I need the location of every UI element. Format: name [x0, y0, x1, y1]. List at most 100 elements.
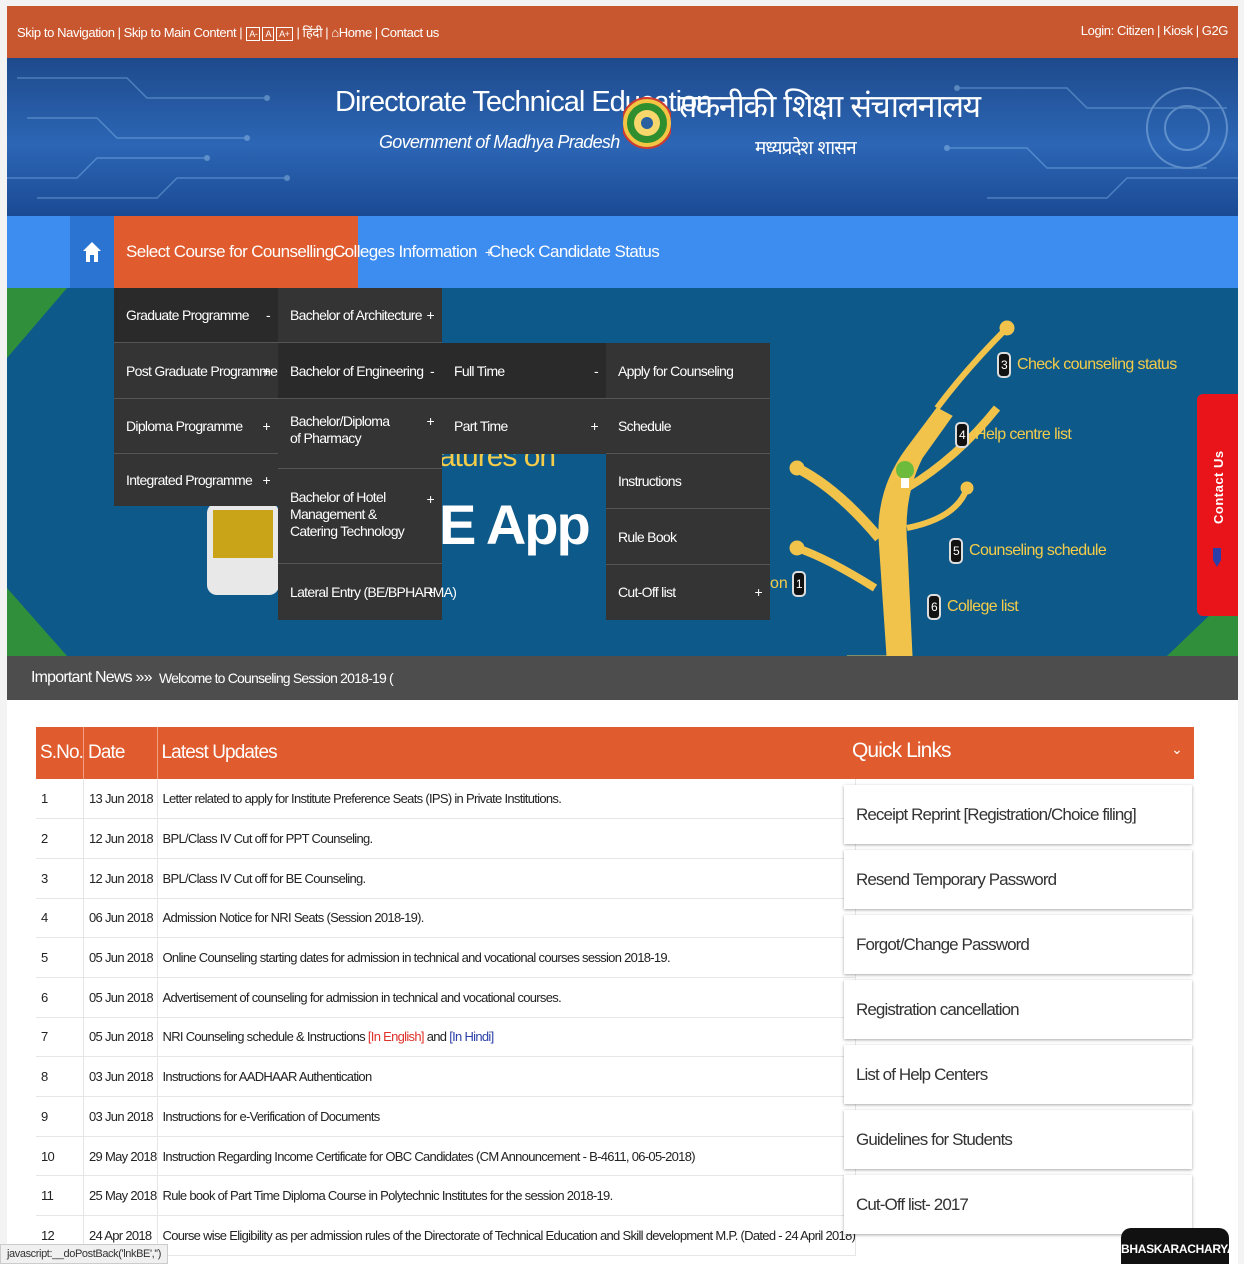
update-text[interactable]: Admission Notice for NRI Seats (Session …	[163, 910, 425, 925]
accessibility-links: Skip to Navigation | Skip to Main Content |…	[17, 25, 440, 41]
tree-step-number: 5	[949, 538, 963, 564]
login-citizen-link[interactable]: Citizen	[1117, 23, 1154, 38]
tree-item-label: Counseling schedule	[969, 542, 1107, 560]
table-row: 10 29 May 2018 Instruction Regarding Incom…	[36, 1136, 857, 1177]
hindi-version-link[interactable]: [In Hindi]	[449, 1029, 494, 1044]
menu-item-toggle: -	[594, 363, 599, 379]
menu-rule-book[interactable]: Rule Book	[606, 509, 770, 565]
home-link[interactable]: Home	[339, 25, 372, 40]
row-date: 13 Jun 2018	[83, 779, 158, 820]
row-date: 03 Jun 2018	[83, 1056, 158, 1097]
skip-main-content-link[interactable]: Skip to Main Content	[124, 25, 237, 40]
update-text[interactable]: BPL/Class IV Cut off for PPT Counseling.	[163, 831, 374, 846]
menu-bachelor-of-engineering[interactable]: Bachelor of Engineering -	[278, 343, 442, 399]
nav-colleges-information[interactable]: Colleges Information +	[333, 216, 493, 288]
login-kiosk-link[interactable]: Kiosk	[1163, 23, 1193, 38]
menu-cut-off-list[interactable]: Cut-Off list +	[606, 565, 770, 620]
update-text[interactable]: Course wise Eligibility as per admission…	[163, 1228, 855, 1243]
quick-links-panel: Quick Links ⌄ Receipt Reprint [Registrati…	[840, 727, 1194, 1234]
font-decrease-button[interactable]: A-	[246, 27, 261, 41]
menu-bachelor-hotel-management[interactable]: Bachelor of Hotel Management & Catering …	[278, 469, 442, 564]
quick-link-item[interactable]: Guidelines for Students	[844, 1110, 1192, 1169]
row-update-link[interactable]: Admission Notice for NRI Seats (Session …	[157, 898, 857, 939]
menu-apply-for-counseling[interactable]: Apply for Counseling	[606, 343, 770, 399]
nav-select-course-label: Select Course for Counselling	[126, 242, 334, 261]
skip-navigation-link[interactable]: Skip to Navigation	[17, 25, 115, 40]
row-serial-number: 5	[36, 937, 85, 978]
update-text[interactable]: Rule book of Part Time Diploma Course in…	[163, 1188, 614, 1203]
row-date: 03 Jun 2018	[83, 1096, 158, 1137]
row-update-link[interactable]: Instructions for e-Verification of Docum…	[157, 1096, 857, 1137]
menu-full-time[interactable]: Full Time -	[442, 343, 606, 399]
menu-item-toggle: +	[426, 413, 435, 429]
nav-check-candidate-status[interactable]: Check Candidate Status	[489, 216, 660, 288]
menu-instructions[interactable]: Instructions	[606, 454, 770, 509]
menu-bachelor-of-architecture[interactable]: Bachelor of Architecture +	[278, 288, 442, 343]
site-subtitle-hindi: मध्यप्रदेश शासन	[755, 137, 857, 159]
update-text[interactable]: Instructions for AADHAAR Authentication	[163, 1069, 373, 1084]
row-serial-number: 4	[36, 898, 85, 939]
quick-link-item[interactable]: Forgot/Change Password	[844, 915, 1192, 974]
login-g2g-link[interactable]: G2G	[1202, 23, 1229, 38]
row-update-link[interactable]: Rule book of Part Time Diploma Course in…	[157, 1175, 857, 1217]
menu-post-graduate-programme[interactable]: Post Graduate Programme +	[114, 343, 278, 399]
nav-select-course[interactable]: Select Course for Counselling -	[114, 216, 358, 288]
tree-item-label: College list	[947, 598, 1019, 616]
nav-home-button[interactable]	[70, 216, 114, 288]
update-text[interactable]: Advertisement of counseling for admissio…	[163, 990, 562, 1005]
update-text[interactable]: Letter related to apply for Institute Pr…	[163, 791, 562, 806]
home-icon	[83, 242, 101, 262]
top-bar: Skip to Navigation | Skip to Main Content |…	[7, 6, 1238, 58]
quick-link-item[interactable]: Resend Temporary Password	[844, 850, 1192, 909]
news-ticker[interactable]: Welcome to Counseling Session 2018-19 (	[159, 670, 394, 686]
column-header-date: Date	[83, 727, 158, 779]
update-text[interactable]: BPL/Class IV Cut off for BE Counseling.	[163, 871, 367, 886]
quick-link-item[interactable]: Receipt Reprint [Registration/Choice fil…	[844, 785, 1192, 844]
english-version-link[interactable]: [In English]	[368, 1029, 425, 1044]
row-update-link[interactable]: Instructions for AADHAAR Authentication	[157, 1056, 857, 1097]
row-date: 06 Jun 2018	[83, 898, 158, 939]
row-update-link[interactable]: BPL/Class IV Cut off for BE Counseling.	[157, 858, 857, 899]
tree-step-number: 4	[955, 422, 969, 448]
main-navigation: Select Course for Counselling - Colleges …	[7, 216, 1238, 288]
menu-integrated-programme[interactable]: Integrated Programme +	[114, 454, 278, 506]
tree-step-number: 3	[997, 352, 1011, 378]
row-update-link[interactable]: NRI Counseling schedule & Instructions […	[157, 1017, 857, 1058]
row-update-link[interactable]: Instruction Regarding Income Certificate…	[157, 1136, 857, 1177]
row-serial-number: 8	[36, 1056, 85, 1097]
hindi-language-link[interactable]: हिंदी	[303, 26, 323, 41]
contact-us-tab[interactable]: Contact Us	[1197, 394, 1238, 616]
latest-updates-body: 1 13 Jun 2018 Letter related to apply for …	[36, 779, 857, 1256]
menu-lateral-entry[interactable]: Lateral Entry (BE/BPHARMA) +	[278, 564, 457, 620]
menu-item-label: Cut-Off list	[618, 584, 676, 600]
chevron-down-icon: ⌄	[1171, 741, 1183, 757]
font-increase-button[interactable]: A+	[276, 27, 293, 41]
menu-bachelor-diploma-pharmacy[interactable]: Bachelor/Diploma of Pharmacy +	[278, 399, 442, 469]
update-text[interactable]: Instruction Regarding Income Certificate…	[163, 1149, 696, 1164]
menu-graduate-programme[interactable]: Graduate Programme -	[114, 288, 278, 343]
row-serial-number: 6	[36, 977, 85, 1018]
row-update-link[interactable]: Advertisement of counseling for admissio…	[157, 977, 857, 1018]
menu-schedule[interactable]: Schedule	[606, 399, 770, 454]
update-text[interactable]: Online Counseling starting dates for adm…	[163, 950, 671, 965]
row-update-link[interactable]: Course wise Eligibility as per admission…	[157, 1215, 857, 1256]
update-text[interactable]: Instructions for e-Verification of Docum…	[163, 1109, 381, 1124]
update-text[interactable]: NRI Counseling schedule & Instructions	[163, 1029, 368, 1044]
banner-on-label: on	[770, 575, 788, 593]
quick-link-item[interactable]: Registration cancellation	[844, 980, 1192, 1039]
menu-part-time[interactable]: Part Time +	[442, 399, 606, 454]
site-title-hindi: तकनीकी शिक्षा संचालनालय	[679, 87, 981, 125]
row-update-link[interactable]: Online Counseling starting dates for adm…	[157, 937, 857, 978]
contact-us-link[interactable]: Contact us	[381, 25, 440, 40]
row-date: 12 Jun 2018	[83, 818, 158, 859]
row-update-link[interactable]: Letter related to apply for Institute Pr…	[157, 779, 857, 820]
quick-links-header[interactable]: Quick Links ⌄	[840, 727, 1194, 779]
quick-link-item[interactable]: Cut-Off list- 2017	[844, 1175, 1192, 1234]
table-row: 3 12 Jun 2018 BPL/Class IV Cut off for BE …	[36, 858, 857, 899]
quick-link-item[interactable]: List of Help Centers	[844, 1045, 1192, 1104]
menu-item-toggle: +	[426, 491, 435, 507]
menu-diploma-programme[interactable]: Diploma Programme +	[114, 399, 278, 454]
row-update-link[interactable]: BPL/Class IV Cut off for PPT Counseling.	[157, 818, 857, 859]
bhaskaracharya-badge: BHASKARACHARYA	[1121, 1228, 1236, 1264]
font-normal-button[interactable]: A	[262, 27, 275, 41]
